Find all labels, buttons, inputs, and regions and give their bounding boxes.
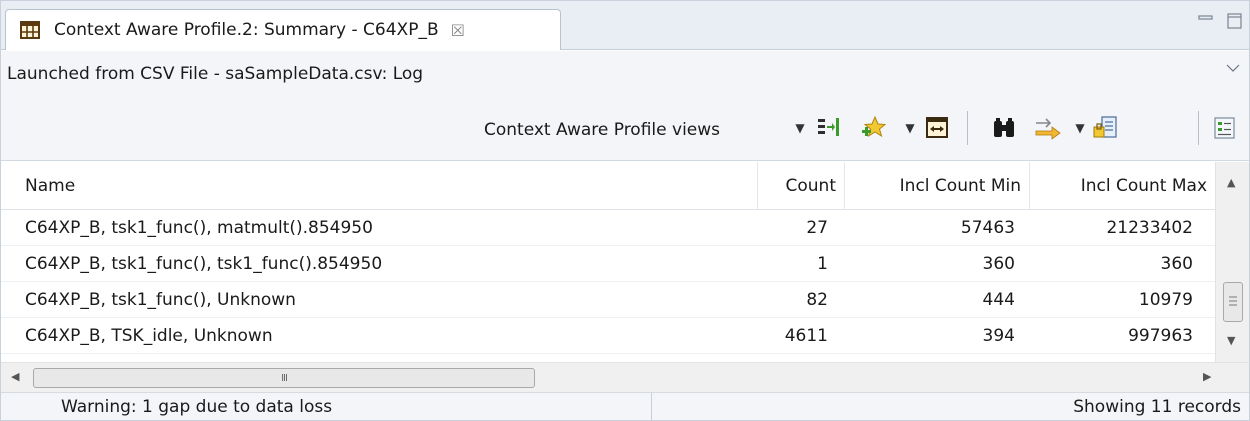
status-divider xyxy=(651,393,652,421)
minimize-icon[interactable] xyxy=(1196,11,1216,31)
horizontal-scroll-thumb[interactable]: III xyxy=(33,368,535,388)
tab-title: Context Aware Profile.2: Summary - C64XP… xyxy=(54,20,439,40)
find-binoculars-icon[interactable] xyxy=(991,115,1017,141)
toolbar-separator xyxy=(1198,111,1199,145)
views-dropdown-icon[interactable]: ▼ xyxy=(793,115,807,141)
star-add-icon[interactable] xyxy=(861,115,887,141)
filter-dropdown-icon[interactable]: ▼ xyxy=(1073,115,1087,141)
cell-name: C64XP_B, TSK_idle, Unknown xyxy=(25,326,273,346)
context-source-label: Launched from CSV File - saSampleData.cs… xyxy=(7,64,424,84)
cell-count: 82 xyxy=(806,290,828,310)
status-bar: Warning: 1 gap due to data loss Showing … xyxy=(1,392,1249,421)
view-menu-chevron-icon[interactable] xyxy=(1226,63,1240,73)
data-loss-warning: Warning: 1 gap due to data loss xyxy=(61,397,333,417)
table-row[interactable]: C64XP_B, tsk1_func(), Unknown 82 444 109… xyxy=(1,282,1215,318)
toggle-view-icon[interactable] xyxy=(1214,115,1236,141)
cell-incl-count-min: 360 xyxy=(982,254,1015,274)
views-menu-label[interactable]: Context Aware Profile views xyxy=(484,120,720,140)
cell-name: C64XP_B, tsk1_func(), Unknown xyxy=(25,290,296,310)
filter-arrows-icon[interactable] xyxy=(1034,115,1062,141)
scroll-right-arrow-icon[interactable]: ▶ xyxy=(1203,370,1211,383)
grip-icon xyxy=(1229,296,1237,306)
fit-columns-icon[interactable] xyxy=(925,115,949,141)
grip-icon: III xyxy=(281,372,288,384)
horizontal-scrollbar[interactable]: ◀ III ▶ xyxy=(1,362,1249,392)
cell-name: C64XP_B, tsk1_func(), tsk1_func().854950 xyxy=(25,254,383,274)
table-grid-icon xyxy=(20,21,40,39)
close-icon[interactable]: ☒ xyxy=(451,21,465,40)
table-row[interactable]: C64XP_B, tsk1_func(), matmult().854950 2… xyxy=(1,210,1215,246)
cell-count: 1 xyxy=(817,254,828,274)
maximize-icon[interactable] xyxy=(1225,11,1245,31)
cell-incl-count-max: 360 xyxy=(1160,254,1193,274)
vertical-scrollbar[interactable]: ▲ ▼ xyxy=(1215,162,1249,362)
column-header-name[interactable]: Name xyxy=(17,162,737,210)
cell-incl-count-max: 997963 xyxy=(1128,326,1193,346)
star-dropdown-icon[interactable]: ▼ xyxy=(903,115,917,141)
column-settings-icon[interactable] xyxy=(816,115,840,141)
export-icon[interactable] xyxy=(1092,115,1118,141)
cell-count: 4611 xyxy=(784,326,828,346)
scroll-up-arrow-icon[interactable]: ▲ xyxy=(1227,176,1235,189)
toolbar-separator xyxy=(967,111,968,145)
tab-summary[interactable]: Context Aware Profile.2: Summary - C64XP… xyxy=(5,9,561,50)
column-header-incl-count-max[interactable]: Incl Count Max xyxy=(1030,162,1215,210)
record-count: Showing 11 records xyxy=(1073,397,1241,417)
column-header-count[interactable]: Count xyxy=(758,162,844,210)
cell-incl-count-max: 21233402 xyxy=(1106,218,1193,238)
cell-name: C64XP_B, tsk1_func(), matmult().854950 xyxy=(25,218,373,238)
vertical-scroll-thumb[interactable] xyxy=(1223,282,1243,322)
cell-incl-count-min: 394 xyxy=(982,326,1015,346)
table-row[interactable]: C64XP_B, TSK_idle, Unknown 4611 394 9979… xyxy=(1,318,1215,354)
column-header-incl-count-min[interactable]: Incl Count Min xyxy=(845,162,1029,210)
scroll-down-arrow-icon[interactable]: ▼ xyxy=(1227,334,1235,347)
table-header: Name Count Incl Count Min Incl Count Max xyxy=(1,162,1215,210)
cell-count: 27 xyxy=(806,218,828,238)
view-frame: Context Aware Profile.2: Summary - C64XP… xyxy=(0,0,1250,421)
scroll-left-arrow-icon[interactable]: ◀ xyxy=(11,370,19,383)
cell-incl-count-min: 57463 xyxy=(960,218,1015,238)
cell-incl-count-min: 444 xyxy=(982,290,1015,310)
toolbar: Context Aware Profile views ▼ ▼ ▼ xyxy=(1,95,1249,161)
context-bar: Launched from CSV File - saSampleData.cs… xyxy=(1,51,1249,95)
cell-incl-count-max: 10979 xyxy=(1138,290,1193,310)
table-row[interactable]: C64XP_B, tsk1_func(), tsk1_func().854950… xyxy=(1,246,1215,282)
summary-table: Name Count Incl Count Min Incl Count Max… xyxy=(1,162,1249,362)
tab-bar: Context Aware Profile.2: Summary - C64XP… xyxy=(1,1,1249,50)
